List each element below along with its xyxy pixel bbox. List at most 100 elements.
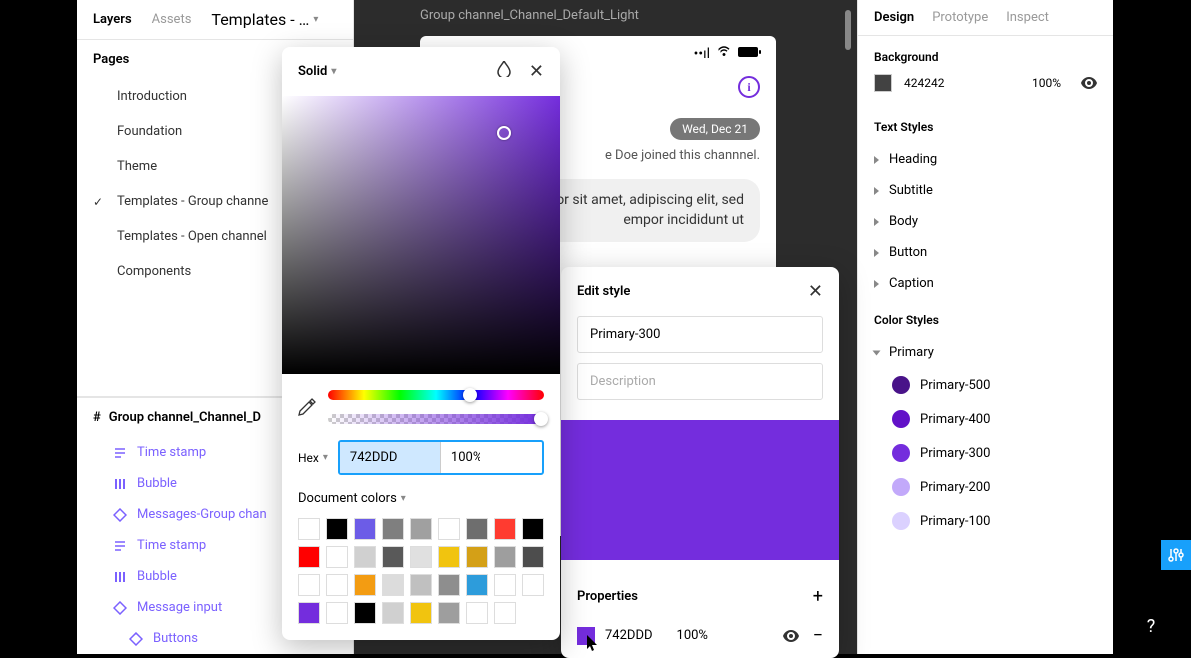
chevron-down-icon: ▾ <box>323 452 328 463</box>
hue-thumb[interactable] <box>463 388 477 402</box>
hex-opacity-input[interactable] <box>440 442 490 473</box>
color-swatch[interactable] <box>438 602 460 624</box>
text-style-item[interactable]: Heading <box>874 144 1097 175</box>
document-colors-dropdown[interactable]: Document colors ▾ <box>298 491 544 506</box>
text-style-item[interactable]: Button <box>874 237 1097 268</box>
close-icon[interactable]: ✕ <box>529 61 544 82</box>
edit-style-popover: Edit style ✕ Properties + 742DDD 100% − <box>561 267 839 658</box>
saturation-field[interactable] <box>282 96 560 374</box>
text-styles-section: Text Styles HeadingSubtitleBodyButtonCap… <box>858 106 1113 313</box>
background-opacity[interactable]: 100% <box>1032 76 1061 90</box>
color-style-item[interactable]: Primary-500 <box>892 368 1097 402</box>
color-group-primary[interactable]: Primary <box>874 337 1097 368</box>
color-swatch[interactable] <box>494 602 516 624</box>
color-swatch[interactable] <box>410 546 432 568</box>
color-swatch[interactable] <box>466 518 488 540</box>
color-style-item[interactable]: Primary-300 <box>892 436 1097 470</box>
lines-icon <box>113 539 127 553</box>
color-swatch[interactable] <box>494 546 516 568</box>
color-swatch[interactable] <box>382 574 404 596</box>
alpha-thumb[interactable] <box>534 412 548 426</box>
color-swatch[interactable] <box>382 518 404 540</box>
color-swatch[interactable] <box>354 574 376 596</box>
blend-icon[interactable] <box>497 61 511 82</box>
edit-style-title: Edit style <box>577 284 630 299</box>
cursor-icon <box>587 635 599 651</box>
hex-format-dropdown[interactable]: Hex ▾ <box>298 451 328 465</box>
color-swatch[interactable] <box>410 518 432 540</box>
text-style-item[interactable]: Body <box>874 206 1097 237</box>
style-name-input[interactable] <box>577 316 823 353</box>
color-swatch[interactable] <box>382 602 404 624</box>
text-style-item[interactable]: Caption <box>874 268 1097 299</box>
color-picker-popover: Solid ▾ ✕ Hex ▾ Documen <box>282 47 560 640</box>
tab-templates[interactable]: Templates - … ▾ <box>211 10 318 29</box>
diamond-icon <box>113 601 127 615</box>
tab-layers[interactable]: Layers <box>93 12 132 27</box>
color-swatch[interactable] <box>298 546 320 568</box>
color-style-item[interactable]: Primary-200 <box>892 470 1097 504</box>
color-swatch[interactable] <box>354 518 376 540</box>
color-swatch[interactable] <box>354 602 376 624</box>
color-swatch[interactable] <box>410 574 432 596</box>
property-row[interactable]: 742DDD 100% − <box>577 625 823 646</box>
alpha-slider[interactable] <box>328 414 544 424</box>
visibility-icon[interactable] <box>1081 77 1097 89</box>
color-swatch[interactable] <box>326 602 348 624</box>
background-swatch[interactable] <box>874 74 892 92</box>
visibility-icon[interactable] <box>783 630 799 642</box>
hex-input[interactable] <box>340 442 440 473</box>
color-swatch[interactable] <box>298 602 320 624</box>
color-swatch[interactable] <box>466 602 488 624</box>
remove-icon[interactable]: − <box>813 625 823 646</box>
diamond-icon <box>129 632 143 646</box>
color-swatch[interactable] <box>522 574 544 596</box>
tab-design[interactable]: Design <box>874 10 914 25</box>
color-swatch[interactable] <box>438 574 460 596</box>
background-hex[interactable]: 424242 <box>904 76 944 90</box>
color-style-item[interactable]: Primary-100 <box>892 504 1097 538</box>
color-swatch[interactable] <box>382 546 404 568</box>
color-swatch[interactable] <box>298 574 320 596</box>
fill-type-dropdown[interactable]: Solid ▾ <box>298 64 336 79</box>
color-swatch[interactable] <box>522 546 544 568</box>
tab-assets[interactable]: Assets <box>152 12 192 27</box>
close-icon[interactable]: ✕ <box>808 281 823 302</box>
color-swatch[interactable] <box>326 546 348 568</box>
color-swatch[interactable] <box>354 546 376 568</box>
color-swatch[interactable] <box>466 574 488 596</box>
text-style-item[interactable]: Subtitle <box>874 175 1097 206</box>
style-description-input[interactable] <box>577 363 823 400</box>
property-swatch[interactable] <box>577 627 595 645</box>
adjust-button[interactable] <box>1161 540 1191 570</box>
color-swatch[interactable] <box>298 518 320 540</box>
tab-prototype[interactable]: Prototype <box>932 10 988 25</box>
color-swatch[interactable] <box>438 518 460 540</box>
scrollbar[interactable] <box>845 10 851 50</box>
chevron-right-icon <box>874 249 879 257</box>
property-hex[interactable]: 742DDD <box>605 628 653 643</box>
add-property-icon[interactable]: + <box>813 586 823 607</box>
color-swatch[interactable] <box>438 546 460 568</box>
color-swatch[interactable] <box>494 574 516 596</box>
chevron-down-icon: ▾ <box>401 493 406 504</box>
chevron-right-icon <box>874 280 879 288</box>
color-swatch[interactable] <box>494 518 516 540</box>
eyedropper-icon[interactable] <box>298 398 316 416</box>
color-swatch[interactable] <box>326 574 348 596</box>
color-swatch[interactable] <box>326 518 348 540</box>
left-tabs: Layers Assets Templates - … ▾ <box>77 0 353 40</box>
help-button[interactable]: ? <box>1133 608 1169 644</box>
info-icon[interactable]: i <box>738 76 760 98</box>
hue-slider[interactable] <box>328 390 544 400</box>
color-swatch[interactable] <box>522 518 544 540</box>
signal-icon: ••ıl <box>694 46 710 62</box>
tab-inspect[interactable]: Inspect <box>1006 10 1049 25</box>
color-swatch[interactable] <box>410 602 432 624</box>
color-style-item[interactable]: Primary-400 <box>892 402 1097 436</box>
property-opacity[interactable]: 100% <box>677 628 708 643</box>
saturation-cursor[interactable] <box>497 126 511 140</box>
background-title: Background <box>874 50 1097 64</box>
color-swatch[interactable] <box>466 546 488 568</box>
chevron-down-icon: ▾ <box>331 66 336 77</box>
